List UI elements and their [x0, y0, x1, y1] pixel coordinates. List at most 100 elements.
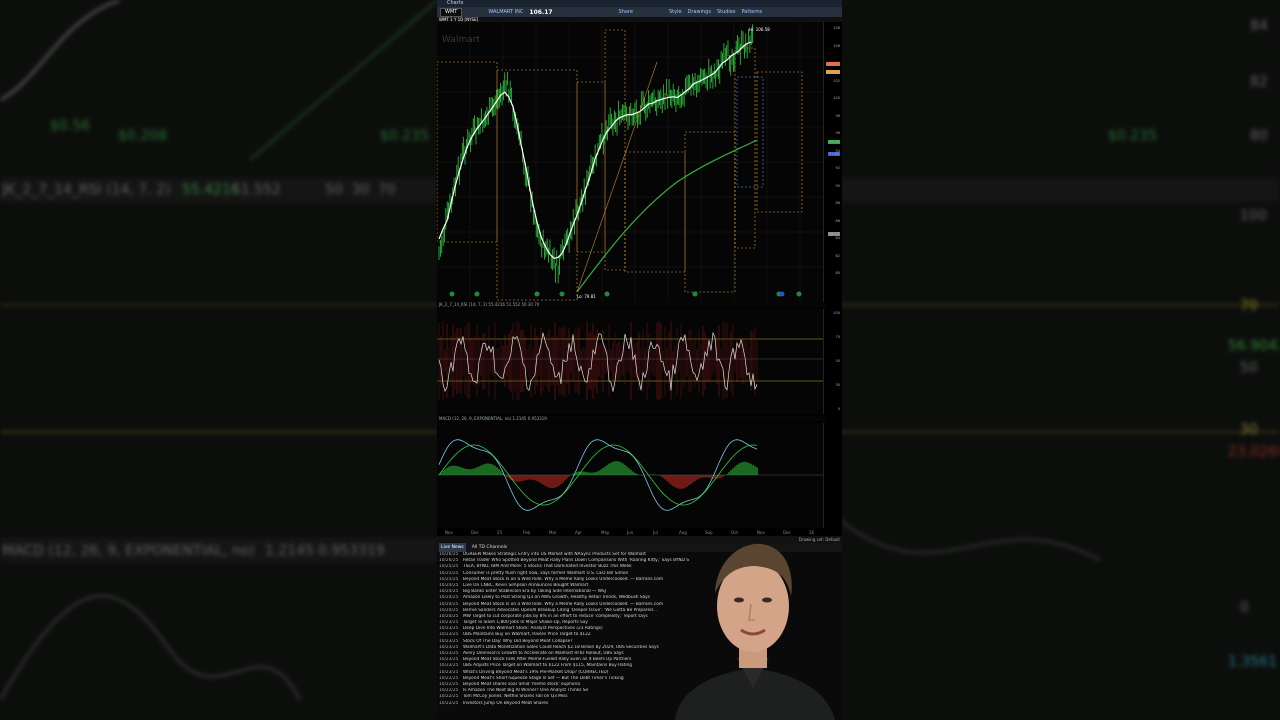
rsi-panel[interactable]: 100 70 50 30 0	[437, 309, 842, 414]
bg-label: 50	[325, 182, 343, 198]
bg-label: 84	[1250, 18, 1268, 34]
price-tag: 106.17	[825, 62, 840, 66]
price-tag: 86.40	[827, 232, 840, 236]
time-axis-label: Dec	[783, 530, 791, 535]
news-date: 10/22/25	[439, 700, 459, 706]
bg-label: 80	[1250, 128, 1268, 144]
time-axis[interactable]: Nov Dec 25 Feb Mar Apr May Jun Jul Aug Sep Oct Nov De…	[437, 528, 842, 536]
earnings-icon	[796, 291, 802, 297]
price-chart[interactable]: Walmart Hi: 106.58 Lo: 79.81	[437, 22, 824, 302]
price-tag: 104.62	[825, 70, 840, 74]
rsi-bars	[438, 321, 758, 401]
macd-header: MACD (12, 26, 9, EXPONENTIAL, no) 1.2145…	[437, 416, 826, 422]
price-axis-label: 108	[833, 26, 840, 30]
bg-label: $0.208	[118, 128, 167, 144]
background-left-chart	[0, 0, 438, 701]
presenter-video	[665, 538, 842, 720]
high-label: Hi: 106.58	[749, 27, 770, 32]
time-axis-label: May	[601, 530, 610, 535]
background-left: $0.56 $0.208 $0.235 JK_2_7_14_RSI (14, 7…	[0, 0, 438, 720]
window-titlebar: Charts	[437, 0, 842, 7]
bg-label: JK_2_7_14_RSI (14, 7, 2)	[2, 182, 171, 198]
bg-label: MACD (12, 26, 9, EXPONENTIAL, no)	[2, 543, 255, 559]
time-axis-label: Jun	[627, 530, 634, 535]
bg-label: 56.9042	[1228, 338, 1280, 354]
bg-label: 50	[1240, 360, 1258, 376]
price-axis-label: 88	[835, 201, 840, 205]
price-axis[interactable]: 10810610410210098969492908886848280106.1…	[823, 22, 842, 302]
earnings-icon	[559, 291, 565, 297]
rsi-axis-label: 30	[835, 383, 840, 387]
macd-chart[interactable]	[437, 423, 824, 528]
bg-label: 100	[1240, 208, 1267, 224]
earnings-icon	[474, 291, 480, 297]
bg-label: 1.3561	[1228, 654, 1277, 670]
earnings-icon	[449, 291, 455, 297]
time-axis-label: Nov	[445, 530, 453, 535]
trading-app-window: Charts WMT WALMART INC 106.17 Share Styl…	[437, 0, 842, 720]
zone-box	[496, 69, 578, 301]
drawings-button[interactable]: Drawings	[688, 9, 711, 15]
time-axis-label: Feb	[523, 530, 531, 535]
background-right-chart	[840, 178, 1280, 561]
price-tag: 99.25	[827, 140, 840, 144]
rsi-axis-label: 0	[837, 407, 840, 411]
time-axis-label: Oct	[731, 530, 738, 535]
zone-box	[734, 47, 756, 249]
share-button[interactable]: Share	[619, 9, 633, 15]
rsi-axis[interactable]: 100 70 50 30 0	[823, 309, 842, 414]
style-button[interactable]: Style	[669, 9, 682, 15]
earnings-icon	[604, 291, 610, 297]
bg-label: 23.0268	[1228, 444, 1280, 460]
price-axis-label: 100	[833, 96, 840, 100]
last-price: 106.17	[529, 8, 553, 16]
earnings-icon	[692, 291, 698, 297]
trend-line	[576, 61, 658, 293]
price-axis-label: 96	[835, 131, 840, 135]
zone-box	[684, 131, 736, 293]
low-label: Lo: 79.81	[577, 294, 596, 299]
time-axis-label: Dec	[471, 530, 479, 535]
zone-box	[736, 76, 764, 188]
tab-channels[interactable]: All TD Channels	[472, 543, 507, 552]
price-axis-label: 84	[835, 236, 840, 240]
company-name: WALMART INC	[488, 9, 524, 15]
presenter-figure	[675, 543, 835, 720]
price-axis-label: 92	[835, 166, 840, 170]
tab-live-news[interactable]: Live News	[439, 543, 466, 552]
time-axis-label: Jul	[653, 530, 658, 535]
time-axis-label: 25	[497, 530, 503, 535]
bg-label: 30	[1240, 422, 1258, 438]
price-panel[interactable]: WalmartHi: 106.58Lo: 79.81 1081061041021…	[437, 22, 842, 302]
window-title: Charts	[447, 0, 464, 6]
time-axis-label: Sep	[705, 530, 713, 535]
zone-box	[624, 151, 686, 273]
background-right: 84 82 80 $0.235 100 70 56.9042 50 30 23.…	[840, 0, 1280, 720]
chart-toolbar: WMT WALMART INC 106.17 Share Style Drawi…	[437, 7, 842, 17]
studies-button[interactable]: Studies	[717, 9, 736, 15]
bg-label: $0.56	[50, 118, 91, 134]
price-axis-label: 80	[835, 271, 840, 275]
earnings-icon	[534, 291, 540, 297]
symbol-input[interactable]: WMT	[440, 7, 463, 17]
rsi-axis-label: 100	[833, 311, 840, 315]
price-axis-label: 98	[835, 113, 840, 118]
screen: $0.56 $0.208 $0.235 JK_2_7_14_RSI (14, 7…	[0, 0, 1280, 720]
bg-label: 51.552	[232, 182, 281, 198]
rsi-axis-label: 50	[835, 359, 840, 363]
macd-axis[interactable]	[823, 423, 842, 528]
price-tag: 97.80	[827, 152, 840, 156]
rsi-axis-label: 70	[835, 335, 840, 339]
price-axis-label: 82	[835, 253, 840, 258]
patterns-button[interactable]: Patterns	[742, 9, 763, 15]
bg-label: $0.235	[380, 128, 429, 144]
time-axis-label: Mar	[549, 530, 557, 535]
bg-label: 70	[378, 182, 396, 198]
rsi-chart[interactable]	[437, 309, 824, 414]
time-axis-label: Aug	[679, 530, 687, 535]
bg-label: 30	[352, 182, 370, 198]
price-axis-label: 102	[833, 78, 840, 83]
bg-label: 82	[1250, 74, 1268, 90]
price-axis-label: 90	[835, 183, 840, 188]
macd-panel[interactable]	[437, 423, 842, 528]
